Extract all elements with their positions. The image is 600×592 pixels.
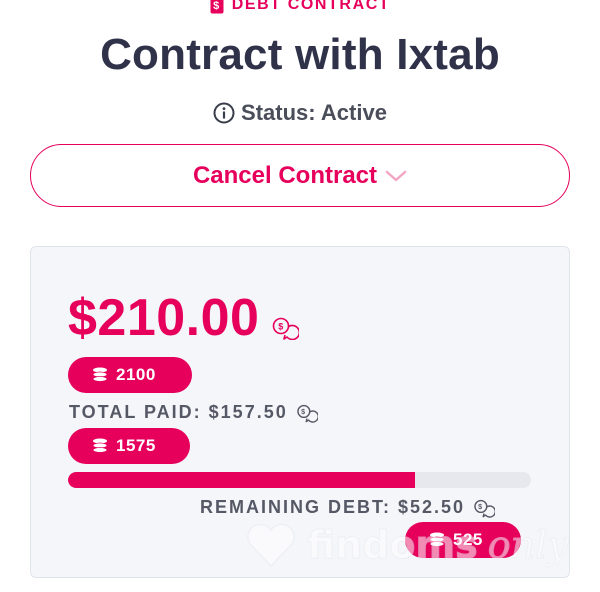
coins-icon [429,532,445,547]
svg-text:$: $ [301,409,307,416]
cancel-contract-label: Cancel Contract [192,161,378,189]
total-amount: $210.00 $ [68,288,300,348]
total-tokens-badge: 2100 [68,357,192,393]
info-icon [213,102,235,124]
eyebrow: $ DEBT CONTRACT [0,0,600,14]
total-amount-value: $210.00 [68,289,260,347]
eyebrow-label: DEBT CONTRACT [231,0,391,13]
payment-progress-fill [68,472,416,488]
remaining-tokens-value: 525 [453,530,483,549]
remaining-debt-label: REMAINING DEBT: $52.50 [200,497,466,517]
remaining-tokens-badge: 525 [405,522,521,558]
chat-dollar-icon: $ [273,317,300,340]
cancel-contract-button[interactable]: Cancel Contract [30,144,570,207]
page-title: Contract with Ixtab [100,30,500,79]
chat-dollar-icon: $ [474,499,496,518]
paid-tokens-value: 1575 [116,436,156,455]
chevron-down-icon [385,170,407,181]
svg-text:$: $ [478,504,484,511]
contract-page: $ DEBT CONTRACT Contract with Ixtab Stat… [0,0,600,592]
paid-tokens-badge: 1575 [68,428,190,464]
total-paid-label: TOTAL PAID: $157.50 [69,402,288,422]
svg-text:$: $ [213,0,221,12]
total-tokens-value: 2100 [116,365,156,384]
coins-icon [92,367,108,382]
svg-text:$: $ [279,322,285,332]
status-text: Status: Active [241,100,387,125]
remaining-debt-row: REMAINING DEBT: $52.50 $ [200,497,496,518]
chat-dollar-icon: $ [296,404,318,423]
status-line: Status: Active [0,100,600,126]
document-dollar-icon: $ [210,0,224,14]
payment-progress-bar [68,472,531,488]
total-paid-row: TOTAL PAID: $157.50 $ [69,402,318,423]
coins-icon [92,438,108,453]
